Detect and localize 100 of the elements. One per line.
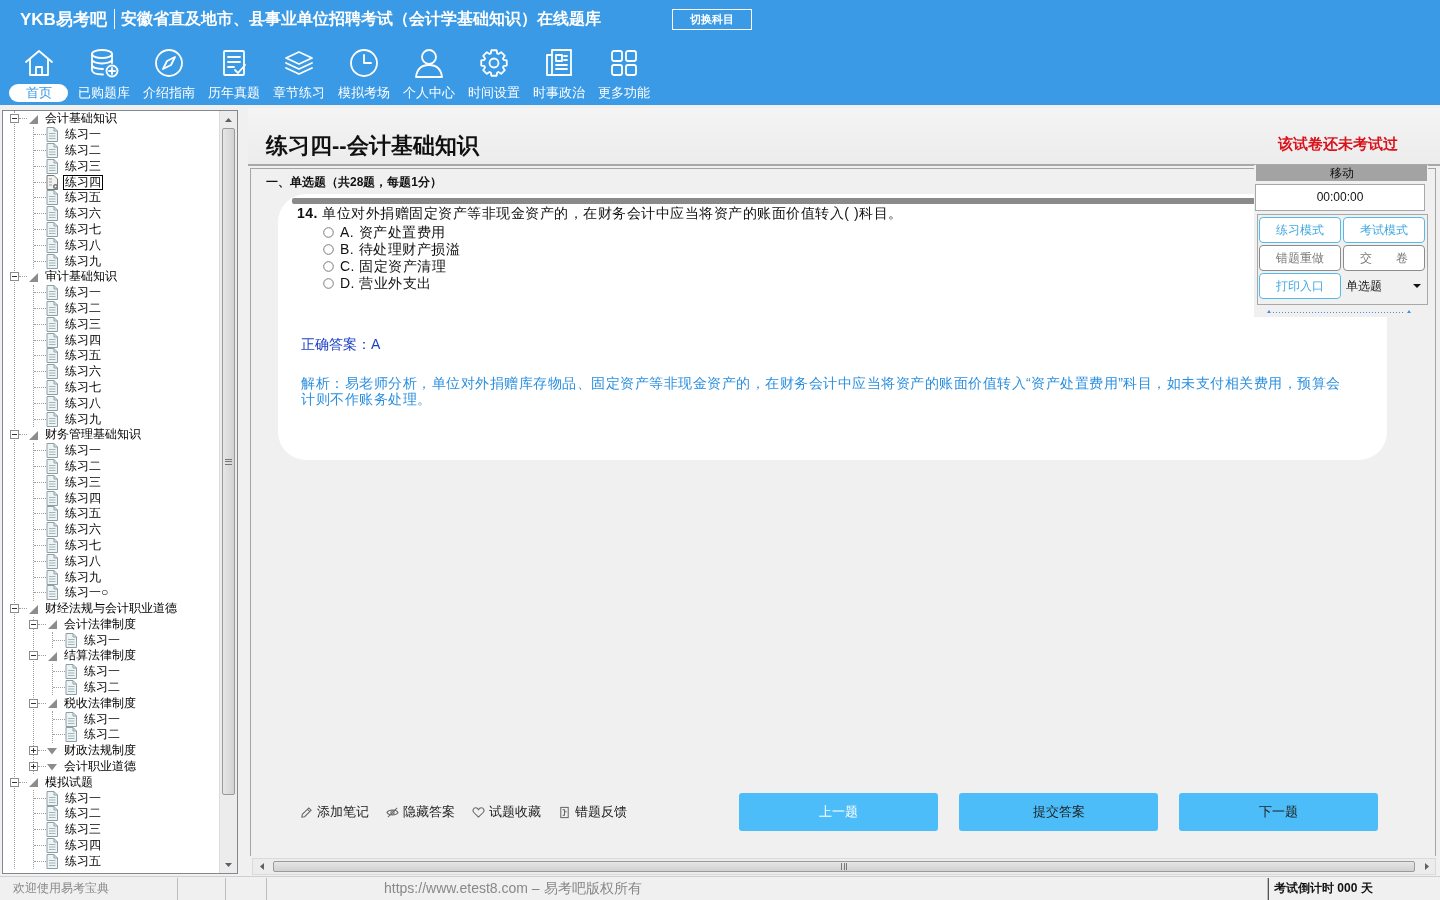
tree-item[interactable]: 练习四: [63, 838, 103, 854]
document-icon: [65, 680, 77, 696]
move-handle[interactable]: 移动: [1256, 165, 1427, 181]
document-icon: [46, 490, 58, 506]
tree-item[interactable]: 练习七: [63, 379, 103, 395]
tree-item[interactable]: 练习二: [63, 300, 103, 316]
tree-item[interactable]: 练习八: [63, 395, 103, 411]
scrollbar-thumb[interactable]: [222, 128, 235, 795]
collapse-toggle-icon[interactable]: [10, 430, 19, 440]
collapse-toggle-icon[interactable]: [29, 698, 38, 708]
answer-explanation: 解析：易老师分析，单位对外捐赠库存物品、固定资产等非现金资产的，在财务会计中应当将资产的账面价值转入“资产处置费用”科目，如未支付相关费用，预算会计则不作账务处理。: [301, 375, 1342, 407]
collapse-toggle-icon[interactable]: [10, 777, 19, 787]
tree-item[interactable]: 练习三: [63, 474, 103, 490]
tree-item[interactable]: 练习一: [63, 790, 103, 806]
tool-button[interactable]: 试题收藏: [472, 803, 541, 821]
compass-icon[interactable]: [152, 47, 185, 79]
tree-item[interactable]: 练习五: [63, 506, 103, 522]
tree-item[interactable]: 练习五: [63, 190, 103, 206]
clock-icon[interactable]: [347, 47, 380, 79]
tree-item[interactable]: 练习二: [63, 806, 103, 822]
document-icon: [65, 664, 77, 680]
document-icon: [46, 364, 58, 380]
document-icon: [46, 253, 58, 269]
eye-slash-icon: [386, 805, 399, 819]
tree-item[interactable]: 结算法律制度: [64, 649, 136, 663]
tree-item[interactable]: 财政法规制度: [64, 744, 136, 758]
tree-item[interactable]: 财经法规与会计职业道德: [45, 602, 177, 616]
tree-item[interactable]: 财务管理基础知识: [45, 428, 141, 442]
tree-item[interactable]: 练习二: [82, 727, 122, 743]
triangle-icon: [47, 698, 57, 709]
horizontal-scrollbar[interactable]: [252, 858, 1436, 875]
collapse-toggle-icon[interactable]: [10, 604, 19, 614]
tree-item[interactable]: 练习三: [63, 822, 103, 838]
tree-item[interactable]: 练习八: [63, 237, 103, 253]
home-icon[interactable]: [22, 47, 55, 79]
triangle-icon: [28, 777, 38, 788]
tool-button[interactable]: 添加笔记: [300, 803, 369, 821]
option-label[interactable]: C. 固定资产清理: [340, 257, 447, 276]
tree-item[interactable]: 练习四: [63, 332, 103, 348]
tree-item[interactable]: 练习一: [82, 632, 122, 648]
question-type-dropdown[interactable]: 单选题: [1343, 273, 1425, 299]
gear-icon[interactable]: [477, 47, 510, 79]
up-arrow-icon: [225, 117, 232, 122]
tree-item[interactable]: 会计职业道德: [64, 760, 136, 774]
tree-item[interactable]: 练习一○: [63, 585, 111, 601]
splitter-handle[interactable]: [1264, 308, 1414, 313]
document-icon: [46, 585, 58, 601]
collapse-toggle-icon[interactable]: [10, 114, 19, 124]
document-bracket-icon: [558, 805, 571, 819]
tool-button[interactable]: 错题反馈: [558, 803, 627, 821]
expand-toggle-icon[interactable]: [29, 746, 38, 756]
expand-toggle-icon[interactable]: [29, 762, 38, 772]
tree-item[interactable]: 练习四: [63, 490, 103, 506]
radio-button[interactable]: [323, 244, 334, 255]
scrollbar-thumb[interactable]: [273, 861, 1415, 872]
radio-button[interactable]: [323, 227, 334, 238]
tree-item[interactable]: 练习六: [63, 206, 103, 222]
tree-item[interactable]: 会计基础知识: [45, 112, 117, 126]
tree-item[interactable]: 练习四: [63, 174, 103, 190]
tree-item[interactable]: 练习八: [63, 553, 103, 569]
collapse-toggle-icon[interactable]: [29, 619, 38, 629]
next-button[interactable]: 下一题: [1179, 793, 1378, 831]
option-label[interactable]: B. 待处理财产损溢: [340, 240, 461, 259]
tree-item[interactable]: 练习三: [63, 316, 103, 332]
radio-button[interactable]: [323, 278, 334, 289]
tree-item[interactable]: 练习二: [63, 458, 103, 474]
tree-item[interactable]: 模拟试题: [45, 775, 93, 789]
tree-item[interactable]: 练习九: [63, 253, 103, 269]
tree-item[interactable]: 练习一: [82, 711, 122, 727]
tree-item[interactable]: 练习五: [63, 348, 103, 364]
tree-item[interactable]: 审计基础知识: [45, 270, 117, 284]
tree-item[interactable]: 练习六: [63, 364, 103, 380]
person-icon[interactable]: [412, 47, 445, 79]
tree-item[interactable]: 练习一: [63, 285, 103, 301]
vertical-scrollbar[interactable]: [219, 111, 237, 873]
tree-item[interactable]: 练习一: [63, 443, 103, 459]
tree-item[interactable]: 练习七: [63, 537, 103, 553]
question-text: 14. 单位对外捐赠固定资产等非现金资产的，在财务会计中应当将资产的账面价值转入( )科目。: [297, 205, 903, 222]
radio-button[interactable]: [323, 261, 334, 272]
tree-item[interactable]: 练习三: [63, 158, 103, 174]
tree-item[interactable]: 练习一: [82, 664, 122, 680]
tree-item[interactable]: 练习九: [63, 569, 103, 585]
collapse-toggle-icon[interactable]: [10, 272, 19, 282]
tree-item[interactable]: 练习二: [63, 143, 103, 158]
triangle-icon: [47, 761, 57, 772]
tree-item[interactable]: 练习一: [63, 127, 103, 143]
option-label[interactable]: A. 资产处置费用: [340, 223, 446, 242]
pencil-icon: [300, 805, 313, 819]
tool-button[interactable]: 隐藏答案: [386, 803, 455, 821]
tree-item[interactable]: 练习五: [63, 853, 103, 869]
collapse-toggle-icon[interactable]: [29, 651, 38, 661]
option-label[interactable]: D. 营业外支出: [340, 274, 432, 293]
tree-item[interactable]: 税收法律制度: [64, 696, 136, 710]
document-icon: [46, 316, 58, 332]
submit-button[interactable]: 提交答案: [959, 793, 1158, 831]
tree-item[interactable]: 练习六: [63, 522, 103, 538]
tree-item[interactable]: 会计法律制度: [64, 617, 136, 631]
tree-item[interactable]: 练习二: [82, 680, 122, 696]
tree-item[interactable]: 练习九: [63, 411, 103, 427]
tree-item[interactable]: 练习七: [63, 221, 103, 237]
